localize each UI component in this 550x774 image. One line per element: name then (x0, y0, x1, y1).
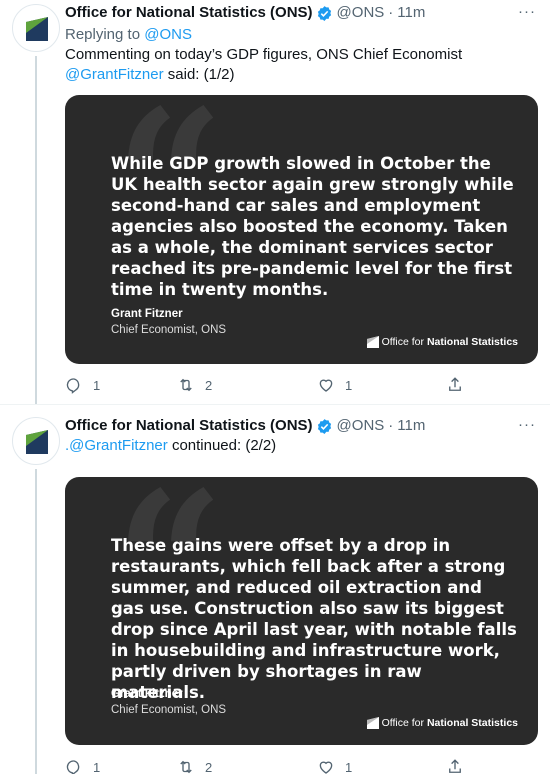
quote-text: While GDP growth slowed in October the U… (111, 154, 514, 299)
ons-logo-text-a: Office for (381, 717, 424, 729)
tweet-header: Office for National Statistics (ONS) @ON… (65, 3, 538, 23)
retweet-icon (180, 378, 192, 392)
like-count: 1 (345, 377, 353, 393)
share-icon (449, 759, 461, 773)
quote-image-card[interactable]: “ These gains were offset by a drop in r… (65, 477, 538, 745)
ons-logo-icon (26, 17, 48, 41)
tweet-text: Commenting on today’s GDP figures, ONS C… (65, 45, 538, 85)
reply-button[interactable]: 1 (65, 758, 100, 774)
tweet-1[interactable]: Office for National Statistics (ONS) @ON… (0, 0, 550, 404)
handle[interactable]: @ONS (337, 416, 385, 436)
timestamp[interactable]: 11m (397, 3, 425, 23)
ons-logo-text-b: National Statistics (426, 336, 518, 348)
like-count: 1 (345, 759, 353, 774)
share-icon (449, 377, 461, 391)
heart-icon (319, 761, 333, 774)
avatar[interactable] (12, 4, 60, 52)
mention-link[interactable]: .@GrantFitzner (65, 437, 168, 454)
reply-icon (66, 378, 80, 394)
handle[interactable]: @ONS (337, 3, 385, 23)
reply-count: 1 (93, 377, 101, 393)
quote-author: Grant Fitzner (111, 308, 183, 320)
quote-author-role: Chief Economist, ONS (111, 324, 227, 336)
avatar[interactable] (12, 417, 60, 465)
replying-to-link[interactable]: @ONS (144, 26, 192, 43)
retweet-count: 2 (205, 759, 213, 774)
ons-logo-icon (366, 336, 379, 348)
retweet-button[interactable]: 2 (177, 376, 212, 394)
ons-logo-icon (26, 430, 48, 454)
ons-brand-logo: Office for National Statistics (366, 336, 518, 348)
separator-dot: · (388, 417, 394, 434)
like-button[interactable]: 1 (317, 758, 352, 774)
timestamp[interactable]: 11m (397, 416, 425, 436)
replying-to: Replying to @ONS (65, 25, 538, 45)
tweet-text-part: continued: (2/2) (171, 437, 277, 454)
thread-line (35, 469, 37, 774)
like-button[interactable]: 1 (317, 376, 352, 394)
retweet-count: 2 (205, 377, 213, 393)
reply-icon (66, 760, 80, 774)
more-options-icon[interactable]: ··· (518, 3, 536, 20)
tweet-text-part: said: (1/2) (167, 66, 235, 83)
separator-dot: · (388, 4, 394, 21)
verified-badge-icon (317, 418, 331, 434)
share-button[interactable] (446, 376, 464, 394)
heart-icon (319, 379, 333, 392)
replying-to-label: Replying to (65, 26, 141, 43)
tweet-actions: 1 2 1 (65, 757, 485, 774)
ons-logo-text-a: Office for (381, 336, 424, 348)
quote-author-role: Chief Economist, ONS (111, 704, 227, 716)
display-name[interactable]: Office for National Statistics (ONS) (65, 416, 313, 436)
tweet-actions: 1 2 1 (65, 375, 485, 395)
reply-button[interactable]: 1 (65, 376, 100, 394)
share-button[interactable] (446, 758, 464, 774)
tweet-text-part: Commenting on today’s GDP figures, ONS C… (65, 46, 463, 63)
retweet-icon (180, 760, 192, 774)
tweet-header: Office for National Statistics (ONS) @ON… (65, 416, 538, 436)
tweet-text: .@GrantFitzner continued: (2/2) (65, 436, 538, 456)
more-options-icon[interactable]: ··· (518, 416, 536, 433)
quote-text: These gains were offset by a drop in res… (111, 536, 517, 702)
retweet-button[interactable]: 2 (177, 758, 212, 774)
thread-line (35, 56, 37, 404)
reply-count: 1 (93, 759, 101, 774)
quote-author: Grant Fitzner (111, 688, 183, 700)
ons-brand-logo: Office for National Statistics (366, 717, 518, 729)
verified-badge-icon (317, 5, 331, 21)
display-name[interactable]: Office for National Statistics (ONS) (65, 3, 313, 23)
tweet-2[interactable]: Office for National Statistics (ONS) @ON… (0, 404, 550, 774)
ons-logo-icon (366, 717, 379, 729)
quote-image-card[interactable]: “ While GDP growth slowed in October the… (65, 95, 538, 364)
mention-link[interactable]: @GrantFitzner (65, 66, 164, 83)
ons-logo-text-b: National Statistics (426, 717, 518, 729)
